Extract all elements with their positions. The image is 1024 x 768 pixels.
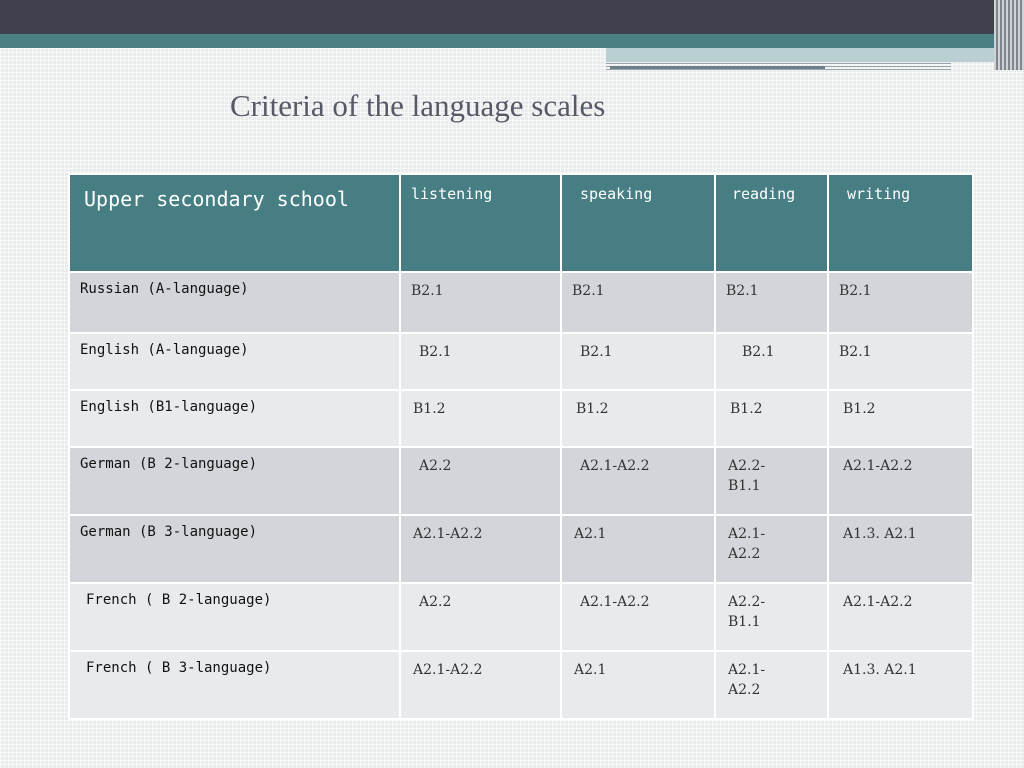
level-listening: A2.2 — [399, 446, 562, 516]
level-listening: A2.2 — [399, 582, 562, 652]
header-reading: reading — [714, 173, 829, 273]
decorative-bar — [610, 66, 825, 69]
level-reading: B2.1 — [714, 332, 829, 391]
level-writing: A2.1-A2.2 — [827, 582, 974, 652]
row-language-label: French ( B 2-language) — [68, 582, 401, 652]
header-corner-cell: Upper secondary school — [68, 173, 401, 273]
level-speaking: A2.1-A2.2 — [560, 582, 716, 652]
table-row: Russian (A-language) B2.1 B2.1 B2.1 B2.1 — [68, 271, 974, 334]
level-reading: A2.1- A2.2 — [714, 514, 829, 584]
level-reading: A2.1- A2.2 — [714, 650, 829, 720]
row-language-label: German (B 2-language) — [68, 446, 401, 516]
table-header-row: Upper secondary school listening speakin… — [68, 173, 974, 273]
level-speaking: A2.1 — [560, 650, 716, 720]
teal-decorative-band — [0, 34, 1024, 48]
table-row: German (B 3-language) A2.1-A2.2 A2.1 A2.… — [68, 514, 974, 584]
level-speaking: A2.1 — [560, 514, 716, 584]
level-speaking: B2.1 — [560, 271, 716, 334]
row-language-label: English (A-language) — [68, 332, 401, 391]
level-reading: A2.2- B1.1 — [714, 446, 829, 516]
row-language-label: French ( B 3-language) — [68, 650, 401, 720]
level-reading: B1.2 — [714, 389, 829, 448]
level-writing: A1.3. A2.1 — [827, 514, 974, 584]
level-listening: B1.2 — [399, 389, 562, 448]
light-decorative-band — [606, 48, 1024, 62]
table-row: German (B 2-language) A2.2 A2.1-A2.2 A2.… — [68, 446, 974, 516]
level-speaking: B2.1 — [560, 332, 716, 391]
table-row: French ( B 3-language) A2.1-A2.2 A2.1 A2… — [68, 650, 974, 720]
row-language-label: German (B 3-language) — [68, 514, 401, 584]
top-decorative-band — [0, 0, 1024, 34]
level-writing: A2.1-A2.2 — [827, 446, 974, 516]
level-writing: B2.1 — [827, 271, 974, 334]
level-writing: B2.1 — [827, 332, 974, 391]
header-speaking: speaking — [560, 173, 716, 273]
slide-title: Criteria of the language scales — [230, 88, 606, 123]
row-language-label: Russian (A-language) — [68, 271, 401, 334]
level-listening: B2.1 — [399, 271, 562, 334]
row-language-label: English (B1-language) — [68, 389, 401, 448]
level-speaking: A2.1-A2.2 — [560, 446, 716, 516]
level-speaking: B1.2 — [560, 389, 716, 448]
level-listening: B2.1 — [399, 332, 562, 391]
table-row: English (B1-language) B1.2 B1.2 B1.2 B1.… — [68, 389, 974, 448]
table-row: French ( B 2-language) A2.2 A2.1-A2.2 A2… — [68, 582, 974, 652]
level-listening: A2.1-A2.2 — [399, 650, 562, 720]
level-listening: A2.1-A2.2 — [399, 514, 562, 584]
header-listening: listening — [399, 173, 562, 273]
level-writing: A1.3. A2.1 — [827, 650, 974, 720]
header-writing: writing — [827, 173, 974, 273]
level-writing: B1.2 — [827, 389, 974, 448]
level-reading: A2.2- B1.1 — [714, 582, 829, 652]
table-row: English (A-language) B2.1 B2.1 B2.1 B2.1 — [68, 332, 974, 391]
level-reading: B2.1 — [714, 271, 829, 334]
edge-decoration — [994, 0, 1024, 70]
language-scales-table: Upper secondary school listening speakin… — [68, 173, 974, 720]
